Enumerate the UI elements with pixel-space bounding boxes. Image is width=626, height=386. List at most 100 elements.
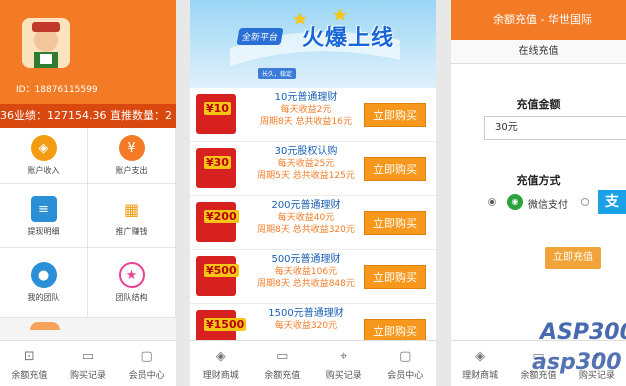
grid-item-team[interactable]: ● 我的团队 (0, 248, 88, 318)
product-daily: 每天收益106元 (274, 267, 338, 277)
product-period: 周期8天 总共收益320元 (257, 225, 355, 235)
grid-label: 账户支出 (115, 166, 148, 175)
product-daily: 每天收益2元 (280, 105, 332, 115)
grid-item-promote[interactable]: ▦ 推广赚钱 (88, 184, 176, 248)
grid-label: 我的团队 (27, 293, 60, 302)
watermark-text: asp300 (532, 350, 622, 375)
grid-label: 提现明细 (27, 227, 60, 236)
grid-label: 账户收入 (27, 166, 60, 175)
qrcode-icon: ▦ (118, 196, 145, 222)
grid-label: 推广赚钱 (115, 227, 148, 236)
product-item: ¥200 200元普通理财 每天收益40元周期8天 总共收益320元 立即购买 (190, 196, 436, 250)
grid-item-expense[interactable]: ¥ 账户支出 (88, 128, 176, 184)
document-icon: ≡ (30, 196, 57, 222)
product-name: 500元普通理财 (271, 254, 341, 265)
amount-label: 充值金额 (516, 98, 561, 111)
product-daily: 每天收益320元 (274, 321, 338, 331)
location-icon: ⌖ (340, 349, 348, 364)
tab-label: 会员中心 (387, 371, 424, 381)
tab-label: 余额充值 (11, 371, 48, 381)
grid-label: 团队结构 (115, 293, 148, 302)
wechat-icon: ◉ (507, 194, 523, 210)
coupon-value: ¥200 (204, 210, 239, 223)
product-period: 周期8天 总共收益16元 (259, 117, 353, 127)
method-label: 充值方式 (516, 174, 561, 187)
bottom-tabbar: ◈ 理财商城 ▭ 余额充值 ⌖ 购买记录 ▢ 会员中心 (190, 340, 436, 386)
coupon-icon: ¥200 (196, 202, 239, 242)
product-daily: 每天收益40元 (277, 213, 335, 223)
product-mall-screen: 全新平台 火爆上线 长久，稳定 ¥10 10元普通理财 每天收益2元周期8天 总共… (190, 0, 436, 386)
chat-icon: ▢ (399, 349, 412, 364)
tab-label: 购买记录 (325, 371, 362, 381)
tab-recharge[interactable]: ▭ 余额充值 (252, 341, 314, 386)
profile-header: ID：18876115599 (0, 0, 176, 104)
banner-headline: 火爆上线 (302, 26, 395, 51)
tab-label: 余额充值 (264, 371, 301, 381)
gap-2 (436, 0, 451, 386)
wechat-radio[interactable] (488, 198, 496, 206)
team-icon: ● (30, 262, 57, 288)
product-daily: 每天收益25元 (277, 159, 335, 169)
tab-member-center[interactable]: ▢ 会员中心 (375, 341, 437, 386)
buy-button[interactable]: 立即购买 (364, 157, 426, 181)
coupon-value: ¥1500 (204, 318, 247, 331)
coupon-icon: ¥500 (196, 256, 239, 296)
coupon-value: ¥30 (204, 156, 231, 169)
watermark-logo: ASP300 (540, 320, 626, 345)
ticket-icon: ▭ (276, 349, 289, 364)
tab-label: 购买记录 (70, 371, 107, 381)
star-icon: ★ (118, 262, 145, 288)
submit-button[interactable]: 立即充值 (545, 247, 601, 269)
product-item: ¥500 500元普通理财 每天收益106元周期8天 总共收益848元 立即购买 (190, 250, 436, 304)
tab-recharge[interactable]: ⊡ 余额充值 (0, 341, 59, 386)
buy-button[interactable]: 立即购买 (364, 103, 426, 127)
bottom-tabbar: ⊡ 余额充值 ▭ 购买记录 ▢ 会员中心 (0, 340, 176, 386)
partial-icon (30, 322, 60, 330)
chat-icon: ▢ (140, 349, 153, 364)
product-period: 周期8天 总共收益848元 (257, 279, 355, 289)
avatar (22, 18, 70, 68)
product-item: ¥30 30元股权认购 每天收益25元周期5天 总共收益125元 立即购买 (190, 142, 436, 196)
user-id: ID：18876115599 (16, 85, 98, 95)
tab-mall[interactable]: ◈ 理财商城 (451, 341, 509, 386)
wallet-icon: ◈ (215, 349, 226, 364)
product-item: ¥10 10元普通理财 每天收益2元周期8天 总共收益16元 立即购买 (190, 88, 436, 142)
ticket-icon: ▭ (81, 349, 95, 364)
grid-item-income[interactable]: ◈ 账户收入 (0, 128, 88, 184)
tab-mall[interactable]: ◈ 理财商城 (190, 341, 252, 386)
recharge-icon: ⊡ (23, 349, 35, 364)
tab-online-recharge[interactable]: 在线充值 (451, 40, 626, 64)
page-title: 余额充值 - 华世国际 (451, 0, 626, 40)
tab-label: 理财商城 (462, 371, 499, 381)
buy-button[interactable]: 立即购买 (364, 211, 426, 235)
wechat-label: 微信支付 (528, 200, 568, 211)
alipay-icon: 支 (598, 190, 626, 214)
tab-label: 会员中心 (128, 371, 165, 381)
tab-purchase-records[interactable]: ▭ 购买记录 (59, 341, 118, 386)
product-name: 200元普通理财 (271, 200, 341, 211)
coupon-value: ¥500 (204, 264, 239, 277)
product-name: 10元普通理财 (274, 92, 338, 103)
grid-item-structure[interactable]: ★ 团队结构 (88, 248, 176, 318)
buy-button[interactable]: 立即购买 (364, 265, 426, 289)
money-bag-icon: ¥ (118, 135, 145, 161)
gap-1 (176, 0, 190, 386)
banner-platform: 全新平台 (236, 28, 284, 45)
coupon-icon: ¥10 (196, 94, 236, 134)
performance-bar: 36业绩：127154.36 直推数量：2 (0, 104, 176, 128)
coupon-icon: ¥30 (196, 148, 236, 188)
tab-purchase-records[interactable]: ⌖ 购买记录 (313, 341, 375, 386)
alipay-radio[interactable] (581, 198, 589, 206)
banner-tagline: 长久，稳定 (258, 68, 297, 79)
wallet-icon: ◈ (475, 349, 486, 364)
product-name: 1500元普通理财 (268, 308, 344, 319)
promo-banner[interactable]: 全新平台 火爆上线 长久，稳定 (190, 0, 436, 88)
amount-input[interactable]: 30元 (484, 116, 626, 140)
member-center-screen: ID：18876115599 36业绩：127154.36 直推数量：2 ◈ 账… (0, 0, 176, 386)
product-name: 30元股权认购 (274, 146, 338, 157)
wallet-icon: ◈ (30, 135, 57, 161)
tab-member-center[interactable]: ▢ 会员中心 (117, 341, 176, 386)
product-period: 周期5天 总共收益125元 (257, 171, 355, 181)
coupon-value: ¥10 (204, 102, 231, 115)
grid-item-withdraw[interactable]: ≡ 提现明细 (0, 184, 88, 248)
